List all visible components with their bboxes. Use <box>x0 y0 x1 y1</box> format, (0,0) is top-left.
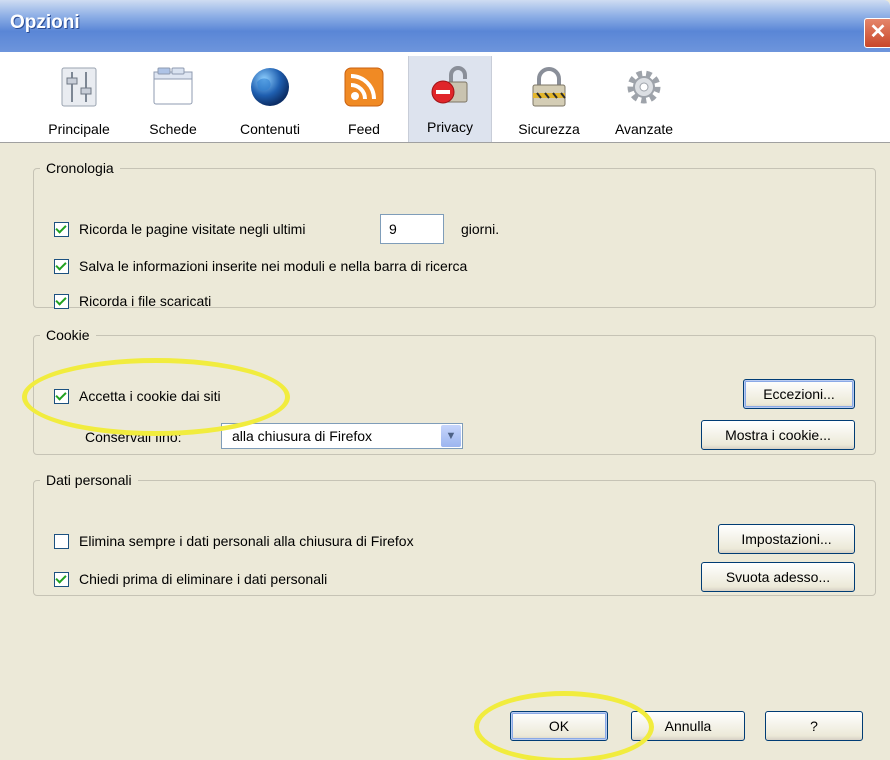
group-title: Cronologia <box>46 160 114 176</box>
close-button[interactable]: ✕ <box>864 18 890 48</box>
tab-contenuti[interactable]: Contenuti <box>222 58 318 140</box>
tab-label: Contenuti <box>240 121 300 137</box>
padlock-icon <box>532 67 566 107</box>
show-cookies-button[interactable]: Mostra i cookie... <box>701 420 855 450</box>
save-forms-row[interactable]: Salva le informazioni inserite nei modul… <box>54 255 467 277</box>
annotation-highlight-ok <box>474 691 654 760</box>
globe-icon <box>251 68 289 106</box>
title-bar[interactable]: Opzioni ✕ <box>0 0 890 52</box>
keep-until-select[interactable]: alla chiusura di Firefox ▼ <box>221 423 463 449</box>
history-group: Cronologia Ricorda le pagine visitate ne… <box>33 160 876 309</box>
clear-now-button[interactable]: Svuota adesso... <box>701 562 855 592</box>
help-button[interactable]: ? <box>765 711 863 741</box>
options-dialog: Opzioni ✕ Principale Schede Contenuti Fe… <box>0 0 890 760</box>
remember-pages-label: Ricorda le pagine visitate negli ultimi <box>79 221 306 237</box>
sliders-icon <box>61 67 97 107</box>
remember-pages-row[interactable]: Ricorda le pagine visitate negli ultimi <box>54 218 305 240</box>
ask-before-label: Chiedi prima di eliminare i dati persona… <box>79 571 328 587</box>
annotation-highlight-cookies <box>22 358 290 436</box>
tab-label: Schede <box>149 121 197 137</box>
tab-label: Avanzate <box>614 121 674 137</box>
save-forms-checkbox[interactable] <box>54 258 69 274</box>
chevron-down-icon[interactable]: ▼ <box>441 425 461 447</box>
tab-principale[interactable]: Principale <box>34 58 124 140</box>
tab-privacy[interactable]: Privacy <box>408 56 492 142</box>
tab-sicurezza[interactable]: Sicurezza <box>502 58 596 140</box>
always-clear-row[interactable]: Elimina sempre i dati personali alla chi… <box>54 530 414 552</box>
tab-label: Sicurezza <box>518 121 580 137</box>
ask-before-checkbox[interactable] <box>54 571 69 587</box>
privacy-pane: Cronologia Ricorda le pagine visitate ne… <box>0 143 890 760</box>
privacy-lock-icon <box>431 66 468 104</box>
tab-label: Privacy <box>427 119 473 135</box>
always-clear-label: Elimina sempre i dati personali alla chi… <box>79 533 414 549</box>
days-unit-label: giorni. <box>461 221 500 237</box>
save-forms-label: Salva le informazioni inserite nei modul… <box>79 258 468 274</box>
tabs-window-icon <box>153 67 193 105</box>
gear-icon <box>627 70 661 104</box>
remember-downloads-row[interactable]: Ricorda i file scaricati <box>54 290 211 312</box>
always-clear-checkbox[interactable] <box>54 533 69 549</box>
cookie-exceptions-button[interactable]: Eccezioni... <box>743 379 855 409</box>
remember-downloads-label: Ricorda i file scaricati <box>79 293 212 309</box>
options-toolbar: Principale Schede Contenuti Feed Privacy… <box>0 52 890 143</box>
group-title: Cookie <box>46 327 90 343</box>
group-title: Dati personali <box>46 472 132 488</box>
remember-downloads-checkbox[interactable] <box>54 293 69 309</box>
private-data-group: Dati personali Elimina sempre i dati per… <box>33 472 876 596</box>
keep-until-value: alla chiusura di Firefox <box>232 428 373 444</box>
window-title: Opzioni <box>10 12 80 33</box>
rss-feed-icon <box>344 67 384 107</box>
ask-before-row[interactable]: Chiedi prima di eliminare i dati persona… <box>54 568 327 590</box>
tab-avanzate[interactable]: Avanzate <box>604 58 684 140</box>
history-days-input[interactable]: 9 <box>380 214 444 244</box>
tab-schede[interactable]: Schede <box>136 58 210 140</box>
tab-label: Principale <box>48 121 110 137</box>
tab-label: Feed <box>348 121 380 137</box>
tab-feed[interactable]: Feed <box>334 58 394 140</box>
remember-pages-checkbox[interactable] <box>54 221 69 237</box>
private-data-settings-button[interactable]: Impostazioni... <box>718 524 855 554</box>
close-icon: ✕ <box>869 21 887 43</box>
